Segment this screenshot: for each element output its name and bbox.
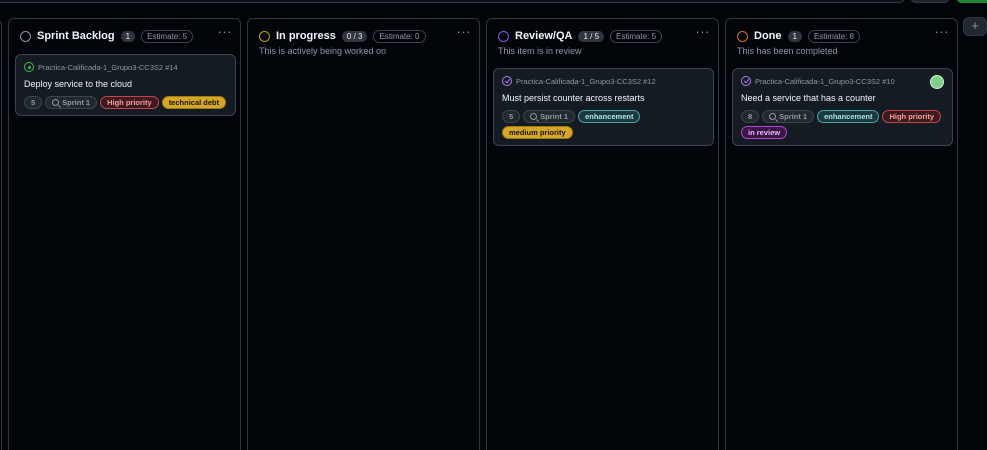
column-header: Done 1 Estimate: 8	[737, 28, 947, 44]
label-enhancement[interactable]: enhancement	[817, 110, 880, 123]
column-title: Done	[754, 30, 782, 42]
issue-card[interactable]: Practica-Calificada-1_Grupo3-CC3S2 #12 M…	[493, 68, 714, 146]
status-circle-icon	[20, 30, 31, 42]
label-high-priority[interactable]: High priority	[882, 110, 942, 123]
sprint-tag-label: Sprint 1	[540, 112, 569, 121]
item-count-badge: 0 / 3	[341, 30, 368, 42]
column-in-progress: In progress 0 / 3 Estimate: 0 ··· This i…	[247, 18, 480, 450]
issue-reference-text[interactable]: Practica-Calificada-1_Grupo3-CC3S2 #12	[516, 77, 656, 86]
column-sprint-backlog: Sprint Backlog 1 Estimate: 5 ··· Practic…	[8, 18, 241, 450]
column-menu-icon[interactable]: ···	[457, 25, 472, 38]
column-header: In progress 0 / 3 Estimate: 0	[259, 28, 469, 44]
next-column-edge	[958, 18, 987, 450]
estimate-badge: Estimate: 5	[610, 29, 663, 43]
column-menu-icon[interactable]: ···	[935, 25, 950, 38]
issue-tags: 5 Sprint 1 enhancement medium priority	[502, 110, 705, 139]
sprint-tag: Sprint 1	[762, 110, 815, 123]
label-enhancement[interactable]: enhancement	[578, 110, 641, 123]
estimate-badge: Estimate: 5	[141, 29, 194, 43]
sprint-tag-label: Sprint 1	[779, 112, 808, 121]
status-circle-icon	[498, 30, 509, 42]
column-header: Sprint Backlog 1 Estimate: 5	[20, 28, 230, 44]
column-description: This has been completed	[737, 46, 838, 56]
column-title: Sprint Backlog	[37, 30, 115, 42]
issue-card[interactable]: Practica-Calificada-1_Grupo3-CC3S2 #14 D…	[15, 54, 236, 116]
column-done: Done 1 Estimate: 8 ··· This has been com…	[725, 18, 958, 450]
label-in-review[interactable]: in review	[741, 126, 788, 139]
column-header: Review/QA 1 / 5 Estimate: 5	[498, 28, 708, 44]
iteration-icon	[769, 113, 777, 120]
filter-input[interactable]	[0, 0, 905, 3]
column-description: This is actively being worked on	[259, 46, 387, 56]
column-review-qa: Review/QA 1 / 5 Estimate: 5 ··· This ite…	[486, 18, 719, 450]
column-menu-icon[interactable]: ···	[218, 25, 233, 38]
column-menu-icon[interactable]: ···	[696, 25, 711, 38]
issue-card[interactable]: Practica-Calificada-1_Grupo3-CC3S2 #10 N…	[732, 68, 953, 146]
issue-title[interactable]: Deploy service to the cloud	[24, 79, 227, 89]
issue-title[interactable]: Need a service that has a counter	[741, 93, 944, 103]
item-count-badge: 1 / 5	[578, 30, 605, 42]
column-title: In progress	[276, 30, 336, 42]
previous-column-edge	[0, 19, 2, 450]
sprint-tag: Sprint 1	[523, 110, 576, 123]
column-title: Review/QA	[515, 30, 573, 42]
issue-open-icon	[24, 62, 34, 72]
estimate-tag: 5	[24, 96, 43, 109]
iteration-icon	[52, 99, 60, 106]
column-description: This item is in review	[498, 46, 582, 56]
label-high-priority[interactable]: High priority	[100, 96, 159, 109]
sprint-tag-label: Sprint 1	[62, 98, 91, 107]
issue-reference[interactable]: Practica-Calificada-1_Grupo3-CC3S2 #10	[741, 76, 944, 86]
estimate-tag: 8	[741, 110, 760, 123]
status-circle-icon	[737, 30, 748, 42]
issue-tags: 5 Sprint 1 High priority technical debt	[24, 96, 227, 109]
label-medium-priority[interactable]: medium priority	[502, 126, 573, 139]
issue-title[interactable]: Must persist counter across restarts	[502, 93, 705, 103]
add-column-button[interactable]: +	[963, 17, 987, 36]
issue-closed-icon	[502, 76, 512, 86]
iteration-icon	[530, 113, 538, 120]
estimate-tag: 5	[502, 110, 521, 123]
issue-closed-icon	[741, 76, 751, 86]
sprint-tag: Sprint 1	[45, 96, 98, 109]
issue-reference[interactable]: Practica-Calificada-1_Grupo3-CC3S2 #12	[502, 76, 705, 86]
estimate-badge: Estimate: 0	[373, 29, 426, 43]
save-button[interactable]	[956, 0, 987, 3]
assignee-avatar[interactable]	[930, 75, 944, 89]
item-count-badge: 1	[787, 30, 802, 42]
issue-reference[interactable]: Practica-Calificada-1_Grupo3-CC3S2 #14	[24, 62, 227, 72]
issue-reference-text[interactable]: Practica-Calificada-1_Grupo3-CC3S2 #10	[755, 77, 895, 86]
issue-reference-text[interactable]: Practica-Calificada-1_Grupo3-CC3S2 #14	[38, 63, 178, 72]
item-count-badge: 1	[120, 30, 136, 42]
estimate-badge: Estimate: 8	[807, 29, 860, 43]
discard-button[interactable]	[910, 0, 950, 3]
issue-tags: 8 Sprint 1 enhancement High priority in …	[741, 110, 944, 139]
label-technical-debt[interactable]: technical debt	[161, 96, 227, 109]
project-board: Sprint Backlog 1 Estimate: 5 ··· Practic…	[0, 0, 987, 450]
status-circle-icon	[259, 30, 270, 42]
